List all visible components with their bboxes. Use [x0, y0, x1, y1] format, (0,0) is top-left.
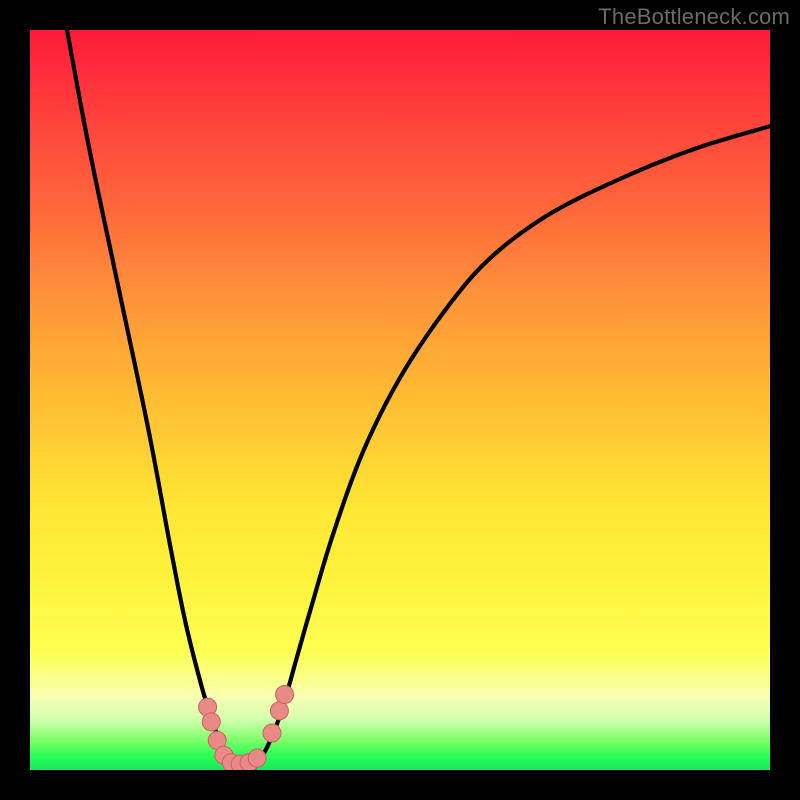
chart-frame: TheBottleneck.com — [0, 0, 800, 800]
plot-area — [30, 30, 770, 770]
data-marker — [263, 724, 281, 742]
marker-group — [199, 686, 294, 770]
watermark-text: TheBottleneck.com — [598, 4, 790, 30]
data-marker — [270, 702, 288, 720]
data-marker — [202, 713, 220, 731]
data-marker — [276, 686, 294, 704]
bottleneck-curve — [67, 30, 770, 770]
data-marker — [248, 749, 266, 767]
curve-path — [67, 30, 770, 770]
chart-svg — [30, 30, 770, 770]
